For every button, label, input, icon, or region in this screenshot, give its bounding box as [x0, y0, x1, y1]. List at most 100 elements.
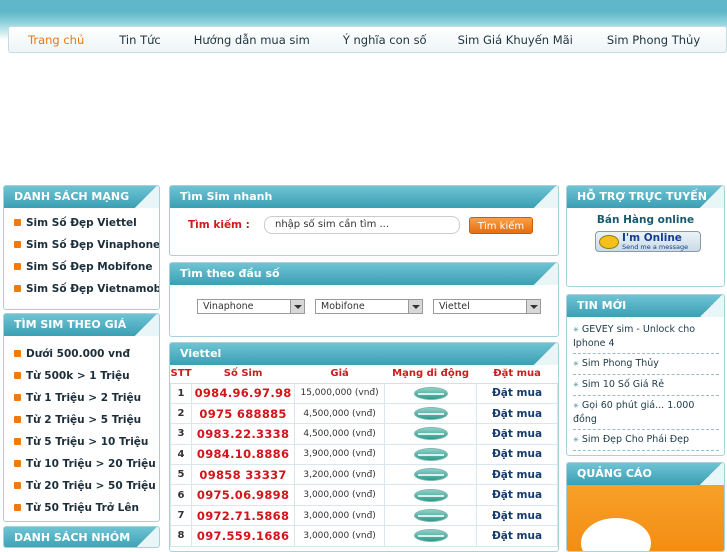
nav-guide[interactable]: Hướng dẫn mua sim	[194, 33, 310, 47]
buy-link[interactable]: Đặt mua	[476, 484, 558, 506]
chevron-down-icon	[290, 300, 304, 313]
viettel-logo-icon	[413, 488, 448, 502]
bullet-icon	[14, 482, 21, 489]
news-item[interactable]: Sim Đẹp Cho Phái Đẹp	[573, 430, 719, 451]
buy-link[interactable]: Đặt mua	[476, 423, 558, 445]
buy-link[interactable]: Đặt mua	[476, 402, 558, 425]
news-item[interactable]: Sim Phong Thủy	[573, 354, 719, 375]
buy-link[interactable]: Đặt mua	[476, 504, 558, 527]
banner-area	[0, 56, 727, 182]
bullet-icon	[14, 504, 21, 511]
table-row: 4 0984.10.8886 3,900,000 (vnđ) Đặt mua	[170, 443, 558, 466]
col-network: Mạng di động	[384, 365, 477, 384]
table-row: 2 0975 688885 4,500,000 (vnđ) Đặt mua	[170, 402, 558, 425]
search-button[interactable]: Tìm kiếm	[469, 216, 533, 234]
table-row: 1 0984.96.97.98 15,000,000 (vnđ) Đặt mua	[170, 382, 558, 404]
network-link-vietnamobile[interactable]: Sim Số Đẹp Vietnamobile	[14, 278, 159, 300]
sim-number[interactable]: 09858 33337	[191, 464, 296, 486]
viettel-logo-icon	[413, 427, 448, 441]
price-panel: TÌM SIM THEO GIÁ Dưới 500.000 vnđ Từ 500…	[3, 313, 160, 522]
nav-fengshui[interactable]: Sim Phong Thủy	[607, 33, 700, 47]
quick-search-title: Tìm Sim nhanh	[170, 186, 558, 208]
prefix-panel: Tìm theo đầu số Vinaphone Mobifone Viett…	[169, 262, 559, 337]
bullet-icon	[14, 285, 21, 292]
bullet-icon	[14, 350, 21, 357]
price-link[interactable]: Dưới 500.000 vnđ	[14, 343, 159, 365]
nav-promo[interactable]: Sim Giá Khuyến Mãi	[458, 33, 573, 47]
sim-table: STT Số Sim Giá Mạng di động Đặt mua 1 09…	[170, 365, 558, 547]
sim-number[interactable]: 0984.96.97.98	[191, 382, 296, 404]
nav-news[interactable]: Tin Tức	[119, 33, 160, 47]
buy-link[interactable]: Đặt mua	[476, 525, 558, 547]
viettel-logo-icon	[413, 447, 448, 461]
buy-link[interactable]: Đặt mua	[476, 382, 558, 404]
nav-meaning[interactable]: Ý nghĩa con số	[343, 33, 427, 47]
support-name: Bán Hàng online	[596, 214, 695, 226]
table-row: 6 0975.06.9898 3,000,000 (vnđ) Đặt mua	[170, 484, 558, 506]
ads-panel: QUẢNG CÁO	[566, 462, 725, 552]
bullet-icon	[14, 241, 21, 248]
price-link[interactable]: Từ 500k > 1 Triệu	[14, 365, 159, 387]
viettel-logo-icon	[413, 407, 448, 421]
nav-home[interactable]: Trang chủ	[28, 33, 84, 47]
search-input[interactable]: nhập số sim cần tìm ...	[264, 216, 460, 234]
bullet-icon	[14, 219, 21, 226]
viettel-logo-icon	[413, 468, 448, 482]
support-panel: HỖ TRỢ TRỰC TUYẾN Bán Hàng online I'm On…	[566, 185, 725, 287]
search-label: Tìm kiếm :	[188, 219, 250, 231]
sim-table-title: Viettel	[170, 343, 558, 365]
sim-number[interactable]: 0983.22.3338	[191, 423, 296, 445]
network-select-mobifone[interactable]: Mobifone	[315, 299, 423, 314]
chevron-down-icon	[526, 300, 540, 313]
networks-panel: DANH SÁCH MẠNG Sim Số Đẹp Viettel Sim Số…	[3, 185, 160, 310]
table-row: 5 09858 33337 3,200,000 (vnđ) Đặt mua	[170, 464, 558, 486]
col-buy: Đặt mua	[476, 365, 558, 384]
sim-number[interactable]: 0984.10.8886	[191, 443, 296, 466]
networks-title: DANH SÁCH MẠNG	[4, 186, 159, 208]
viettel-logo-icon	[413, 529, 448, 543]
messenger-icon	[599, 235, 619, 249]
price-link[interactable]: Từ 10 Triệu > 20 Triệu	[14, 453, 159, 475]
sim-number[interactable]: 097.559.1686	[191, 525, 296, 547]
bullet-icon	[14, 416, 21, 423]
bullet-icon	[14, 263, 21, 270]
table-row: 7 0972.71.5868 3,000,000 (vnđ) Đặt mua	[170, 504, 558, 527]
buy-link[interactable]: Đặt mua	[476, 443, 558, 466]
bullet-icon	[14, 394, 21, 401]
price-link[interactable]: Từ 5 Triệu > 10 Triệu	[14, 431, 159, 453]
main-nav: Trang chủ Tin Tức Hướng dẫn mua sim Ý ng…	[8, 26, 727, 53]
price-link[interactable]: Từ 50 Triệu Trở Lên	[14, 497, 159, 519]
network-select-viettel[interactable]: Viettel	[433, 299, 541, 314]
sim-number[interactable]: 0975.06.9898	[191, 484, 296, 506]
col-price: Giá	[294, 365, 385, 384]
quick-search-panel: Tìm Sim nhanh Tìm kiếm : nhập số sim cần…	[169, 185, 559, 256]
news-item[interactable]: Sim 10 Số Giá Rẻ	[573, 375, 719, 396]
bullet-icon	[14, 372, 21, 379]
table-row: 8 097.559.1686 3,000,000 (vnđ) Đặt mua	[170, 525, 558, 547]
bullet-icon	[14, 460, 21, 467]
network-link-vinaphone[interactable]: Sim Số Đẹp Vinaphone	[14, 234, 159, 256]
bullet-icon	[14, 438, 21, 445]
sim-number[interactable]: 0975 688885	[191, 402, 296, 425]
news-panel: TIN MỚI GEVEY sim - Unlock cho Iphone 4 …	[566, 294, 725, 456]
network-select-vinaphone[interactable]: Vinaphone	[197, 299, 305, 314]
network-link-mobifone[interactable]: Sim Số Đẹp Mobifone	[14, 256, 159, 278]
support-title: HỖ TRỢ TRỰC TUYẾN	[567, 186, 724, 208]
price-link[interactable]: Từ 2 Triệu > 5 Triệu	[14, 409, 159, 431]
price-link[interactable]: Từ 20 Triệu > 50 Triệu	[14, 475, 159, 497]
viettel-logo-icon	[413, 386, 448, 400]
buy-link[interactable]: Đặt mua	[476, 464, 558, 486]
news-item[interactable]: Gọi 60 phút giá... 1.000 đồng	[573, 396, 719, 430]
ads-title: QUẢNG CÁO	[567, 463, 724, 485]
col-stt: STT	[170, 365, 192, 384]
table-row: 3 0983.22.3338 4,500,000 (vnđ) Đặt mua	[170, 423, 558, 445]
chevron-down-icon	[408, 300, 422, 313]
network-link-viettel[interactable]: Sim Số Đẹp Viettel	[14, 212, 159, 234]
col-number: Số Sim	[191, 365, 295, 384]
news-item[interactable]: GEVEY sim - Unlock cho Iphone 4	[573, 320, 719, 354]
im-online-button[interactable]: I'm Online Send me a message	[595, 231, 701, 252]
sim-number[interactable]: 0972.71.5868	[191, 504, 296, 527]
sim-table-panel: Viettel STT Số Sim Giá Mạng di động Đặt …	[169, 342, 559, 552]
price-link[interactable]: Từ 1 Triệu > 2 Triệu	[14, 387, 159, 409]
prefix-title: Tìm theo đầu số	[170, 263, 558, 285]
